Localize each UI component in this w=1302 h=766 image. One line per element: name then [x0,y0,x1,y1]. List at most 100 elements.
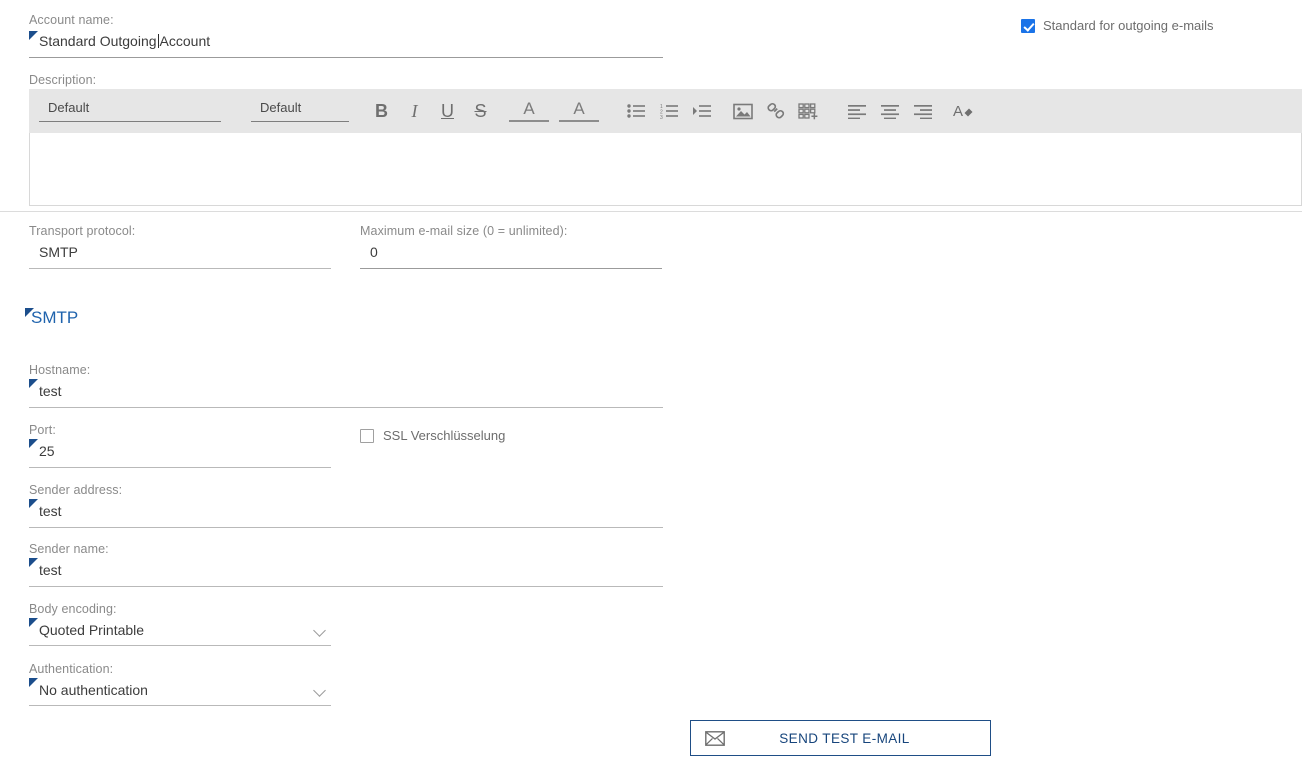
transport-protocol-field[interactable]: Transport protocol: SMTP [29,224,331,269]
align-center-button[interactable] [874,94,907,128]
envelope-icon-wrap [691,730,739,746]
required-marker-icon [29,31,38,40]
hostname-label: Hostname: [29,363,91,377]
authentication-underline [29,705,331,706]
authentication-value: No authentication [39,682,148,698]
transport-protocol-value[interactable]: SMTP [39,244,78,260]
sender-address-underline [29,527,663,528]
ssl-label: SSL Verschlüsselung [383,428,506,443]
sender-address-label: Sender address: [29,483,123,497]
align-left-button[interactable] [841,94,874,128]
insert-table-icon [798,102,818,119]
send-test-email-label: SEND TEST E-MAIL [779,730,910,746]
description-editor: Default Default B I U S A A 1 2 3 A [29,89,1302,206]
required-marker-icon [29,558,38,567]
numbered-list-button[interactable]: 1 2 3 [653,94,686,128]
required-marker-icon [29,379,38,388]
font-family-underline [39,121,221,122]
max-email-size-label: Maximum e-mail size (0 = unlimited): [360,224,568,238]
italic-button[interactable]: I [398,94,431,128]
hostname-value[interactable]: test [39,383,62,399]
max-email-size-field[interactable]: Maximum e-mail size (0 = unlimited): 0 [360,224,662,269]
italic-icon: I [411,101,418,121]
sender-address-field[interactable]: Sender address: test [29,483,663,528]
email-account-settings-form: Account name: Standard Outgoing Account S… [0,0,1302,766]
port-field[interactable]: Port: 25 [29,423,331,468]
bullet-list-icon [627,104,645,118]
section-divider [0,211,1302,212]
sender-name-field[interactable]: Sender name: test [29,542,663,587]
bullet-list-button[interactable] [620,94,653,128]
sender-name-label: Sender name: [29,542,109,556]
insert-link-icon [766,102,784,119]
numbered-list-icon: 1 2 3 [660,104,678,119]
body-encoding-field[interactable]: Body encoding: Quoted Printable [29,602,331,646]
ssl-checkbox-row[interactable]: SSL Verschlüsselung [360,428,505,443]
align-center-icon [881,104,899,119]
required-marker-icon [29,618,38,627]
strikethrough-button[interactable]: S [464,94,497,128]
clear-formatting-button[interactable]: A [947,94,980,128]
clear-formatting-icon: A [953,103,973,120]
align-right-button[interactable] [907,94,940,128]
account-name-value[interactable]: Standard Outgoing Account [39,33,210,49]
max-email-size-underline [360,268,662,269]
text-color-button[interactable]: A [554,94,604,128]
indent-icon [693,105,711,117]
account-name-underline [29,57,663,58]
standard-outgoing-checkbox-row[interactable]: Standard for outgoing e-mails [1021,18,1214,33]
chevron-down-icon[interactable] [314,686,327,694]
indent-button[interactable] [686,94,719,128]
font-size-value: Default [260,100,302,115]
transport-protocol-label: Transport protocol: [29,224,136,238]
highlight-color-icon: A [523,98,535,118]
align-right-icon [914,104,932,119]
sender-name-value[interactable]: test [39,562,62,578]
insert-table-button[interactable] [792,94,825,128]
insert-link-button[interactable] [759,94,792,128]
insert-image-icon [732,103,753,119]
editor-toolbar: Default Default B I U S A A 1 2 3 A [29,89,1302,133]
bold-icon: B [375,101,388,121]
highlight-color-swatch [509,119,549,122]
insert-image-button[interactable] [726,94,759,128]
text-color-swatch [559,119,599,122]
account-name-field[interactable]: Account name: Standard Outgoing Account [29,13,663,58]
standard-outgoing-checkbox[interactable] [1021,18,1035,33]
chevron-down-icon[interactable] [314,626,327,634]
body-encoding-value: Quoted Printable [39,622,145,638]
hostname-field[interactable]: Hostname: test [29,363,663,408]
highlight-color-button[interactable]: A [504,94,554,128]
port-label: Port: [29,423,56,437]
sender-address-value[interactable]: test [39,503,62,519]
font-size-select[interactable]: Default [251,100,349,122]
svg-text:3: 3 [660,115,663,119]
text-caret [157,34,159,48]
smtp-section-header: SMTP [25,308,79,328]
description-editor-body[interactable] [29,133,1302,206]
font-family-select[interactable]: Default [39,100,221,122]
envelope-icon [705,730,725,746]
bold-button[interactable]: B [365,94,398,128]
required-marker-icon [29,499,38,508]
required-marker-icon [29,678,38,687]
smtp-section-title: SMTP [31,308,79,327]
sender-name-underline [29,586,663,587]
description-label: Description: [29,73,97,87]
svg-text:A: A [953,103,963,120]
font-size-underline [251,121,349,122]
align-left-icon [848,104,866,119]
port-underline [29,467,331,468]
standard-outgoing-label: Standard for outgoing e-mails [1043,18,1214,33]
required-marker-icon [29,439,38,448]
send-test-email-button[interactable]: SEND TEST E-MAIL [690,720,991,756]
max-email-size-value[interactable]: 0 [370,244,378,260]
port-value[interactable]: 25 [39,443,55,459]
authentication-field[interactable]: Authentication: No authentication [29,662,331,706]
ssl-checkbox[interactable] [360,428,374,443]
transport-protocol-underline [29,268,331,269]
authentication-label: Authentication: [29,662,114,676]
font-family-value: Default [48,100,90,115]
underline-button[interactable]: U [431,94,464,128]
hostname-underline [29,407,663,408]
